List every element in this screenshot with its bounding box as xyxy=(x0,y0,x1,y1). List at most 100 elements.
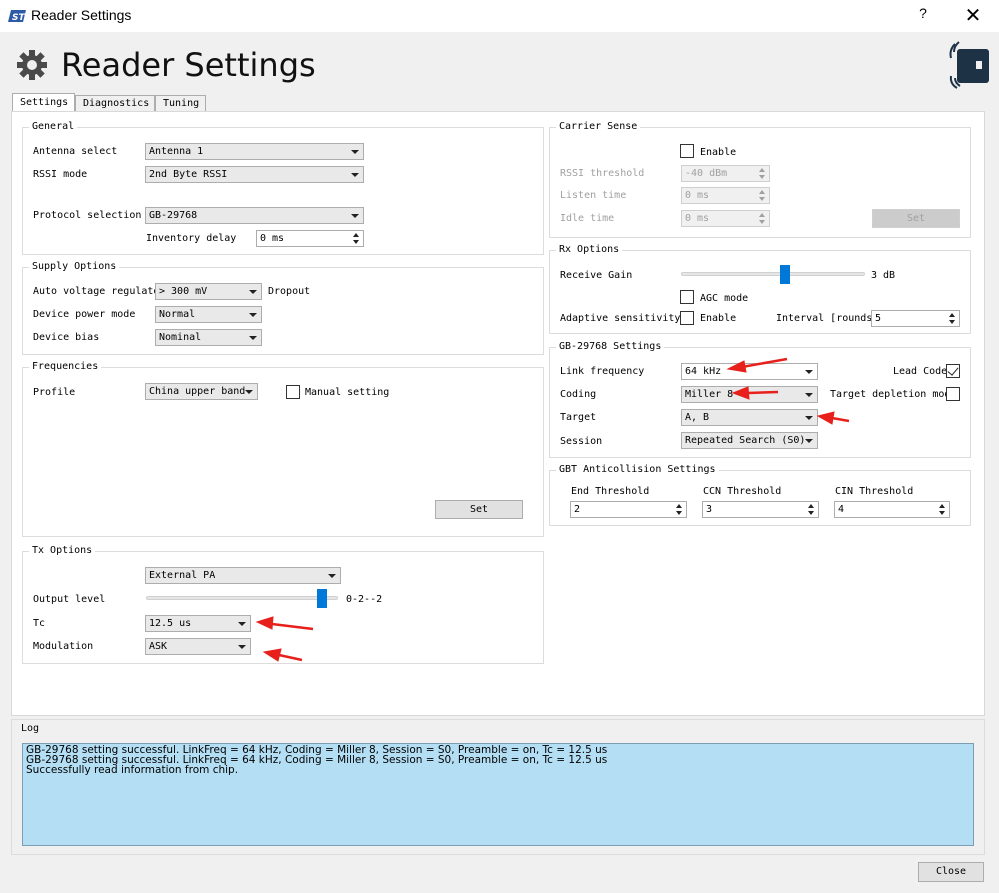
chevron-down-icon xyxy=(805,370,813,374)
cin-threshold-spinbox[interactable]: 4 xyxy=(834,501,950,518)
interval-rounds-value: 5 xyxy=(875,313,882,324)
tab-tuning[interactable]: Tuning xyxy=(155,95,206,112)
inventory-delay-label: Inventory delay xyxy=(146,233,237,244)
lead-code-label: Lead Code xyxy=(893,366,948,377)
frequencies-title: Frequencies xyxy=(29,361,102,372)
rssi-threshold-label: RSSI threshold xyxy=(560,168,645,179)
carrier-sense-title: Carrier Sense xyxy=(556,121,641,132)
modulation-label: Modulation xyxy=(33,641,94,652)
gbt-anticollision-title: GBT Anticollision Settings xyxy=(556,464,719,475)
chevron-down-icon xyxy=(249,313,257,317)
output-level-slider-thumb[interactable] xyxy=(317,589,328,608)
carrier-sense-set-button[interactable]: Set xyxy=(872,209,960,228)
close-button[interactable]: Close xyxy=(918,862,984,882)
profile-dropdown[interactable]: China upper band xyxy=(145,383,258,400)
inventory-delay-spinbox[interactable]: 0 ms xyxy=(256,230,364,247)
tc-label: Tc xyxy=(33,618,46,629)
frequencies-set-button[interactable]: Set xyxy=(435,500,523,519)
link-frequency-value: 64 kHz xyxy=(685,366,722,377)
carrier-sense-enable-checkbox[interactable] xyxy=(680,144,694,158)
pa-select-dropdown[interactable]: External PA xyxy=(145,567,341,584)
manual-setting-label: Manual setting xyxy=(305,387,390,398)
device-power-mode-dropdown[interactable]: Normal xyxy=(155,306,262,323)
rssi-threshold-spinbox[interactable]: -40 dBm xyxy=(681,165,770,182)
rfid-reader-icon xyxy=(949,41,989,89)
pa-select-value: External PA xyxy=(149,570,216,581)
device-bias-dropdown[interactable]: Nominal xyxy=(155,329,262,346)
chevron-down-icon xyxy=(351,173,359,177)
end-threshold-value: 2 xyxy=(574,504,581,515)
listen-time-value: 0 ms xyxy=(685,190,710,201)
spin-arrows-icon[interactable] xyxy=(947,312,958,325)
spin-arrows-icon[interactable] xyxy=(937,503,948,516)
protocol-selection-value: GB-29768 xyxy=(149,210,198,221)
spin-arrows-icon[interactable] xyxy=(757,167,768,180)
chevron-down-icon xyxy=(249,336,257,340)
chevron-down-icon xyxy=(805,393,813,397)
spin-arrows-icon[interactable] xyxy=(674,503,685,516)
modulation-dropdown[interactable]: ASK xyxy=(145,638,251,655)
device-power-mode-value: Normal xyxy=(159,309,196,320)
tx-options-title: Tx Options xyxy=(29,545,96,556)
log-output[interactable]: GB-29768 setting successful. LinkFreq = … xyxy=(22,743,974,846)
adaptive-sensitivity-checkbox[interactable] xyxy=(680,311,694,325)
carrier-sense-enable-label: Enable xyxy=(700,147,737,158)
st-logo-icon: ST xyxy=(8,10,26,23)
coding-label: Coding xyxy=(560,389,597,400)
interval-rounds-label: Interval [rounds] xyxy=(776,313,879,324)
rssi-mode-dropdown[interactable]: 2nd Byte RSSI xyxy=(145,166,364,183)
window-title: Reader Settings xyxy=(31,7,132,23)
protocol-selection-label: Protocol selection xyxy=(33,210,142,221)
profile-value: China upper band xyxy=(149,386,246,397)
listen-time-spinbox[interactable]: 0 ms xyxy=(681,187,770,204)
rx-options-title: Rx Options xyxy=(556,244,623,255)
tab-diagnostics[interactable]: Diagnostics xyxy=(75,95,155,112)
window-close-button[interactable]: ✕ xyxy=(960,2,986,28)
interval-rounds-spinbox[interactable]: 5 xyxy=(871,310,960,327)
output-level-slider-track[interactable] xyxy=(146,596,338,600)
spin-arrows-icon[interactable] xyxy=(351,232,362,245)
receive-gain-value: 3 dB xyxy=(871,270,896,281)
adaptive-sensitivity-label: Adaptive sensitivity xyxy=(560,313,681,324)
end-threshold-spinbox[interactable]: 2 xyxy=(570,501,687,518)
receive-gain-slider-track[interactable] xyxy=(681,272,865,276)
cin-threshold-value: 4 xyxy=(838,504,845,515)
session-label: Session xyxy=(560,436,603,447)
target-depletion-mode-checkbox[interactable] xyxy=(946,387,960,401)
spin-arrows-icon[interactable] xyxy=(806,503,817,516)
ccn-threshold-spinbox[interactable]: 3 xyxy=(702,501,819,518)
spin-arrows-icon[interactable] xyxy=(757,189,768,202)
target-label: Target xyxy=(560,412,597,423)
auto-voltage-regulator-dropdown[interactable]: > 300 mV xyxy=(155,283,262,300)
agc-mode-checkbox[interactable] xyxy=(680,290,694,304)
idle-time-spinbox[interactable]: 0 ms xyxy=(681,210,770,227)
tab-settings[interactable]: Settings xyxy=(12,93,75,112)
protocol-selection-dropdown[interactable]: GB-29768 xyxy=(145,207,364,224)
listen-time-label: Listen time xyxy=(560,190,627,201)
coding-dropdown[interactable]: Miller 8 xyxy=(681,386,818,403)
rssi-mode-value: 2nd Byte RSSI xyxy=(149,169,228,180)
svg-text:ST: ST xyxy=(12,13,25,23)
session-dropdown[interactable]: Repeated Search (S0) xyxy=(681,432,818,449)
target-dropdown[interactable]: A, B xyxy=(681,409,818,426)
manual-setting-checkbox[interactable] xyxy=(286,385,300,399)
profile-label: Profile xyxy=(33,387,76,398)
help-button[interactable]: ? xyxy=(914,5,932,25)
antenna-select-value: Antenna 1 xyxy=(149,146,204,157)
device-power-mode-label: Device power mode xyxy=(33,309,136,320)
end-threshold-label: End Threshold xyxy=(571,486,650,497)
general-group-title: General xyxy=(29,121,78,132)
chevron-down-icon xyxy=(238,622,246,626)
lead-code-checkbox[interactable] xyxy=(946,364,960,378)
auto-voltage-regulator-label: Auto voltage regulator xyxy=(33,286,166,297)
receive-gain-slider-thumb[interactable] xyxy=(780,265,791,284)
rssi-threshold-value: -40 dBm xyxy=(685,168,728,179)
antenna-select-dropdown[interactable]: Antenna 1 xyxy=(145,143,364,160)
idle-time-value: 0 ms xyxy=(685,213,710,224)
log-line: Successfully read information from chip. xyxy=(26,764,239,776)
tc-value: 12.5 us xyxy=(149,618,192,629)
tc-dropdown[interactable]: 12.5 us xyxy=(145,615,251,632)
spin-arrows-icon[interactable] xyxy=(757,212,768,225)
chevron-down-icon xyxy=(238,645,246,649)
link-frequency-dropdown[interactable]: 64 kHz xyxy=(681,363,818,380)
